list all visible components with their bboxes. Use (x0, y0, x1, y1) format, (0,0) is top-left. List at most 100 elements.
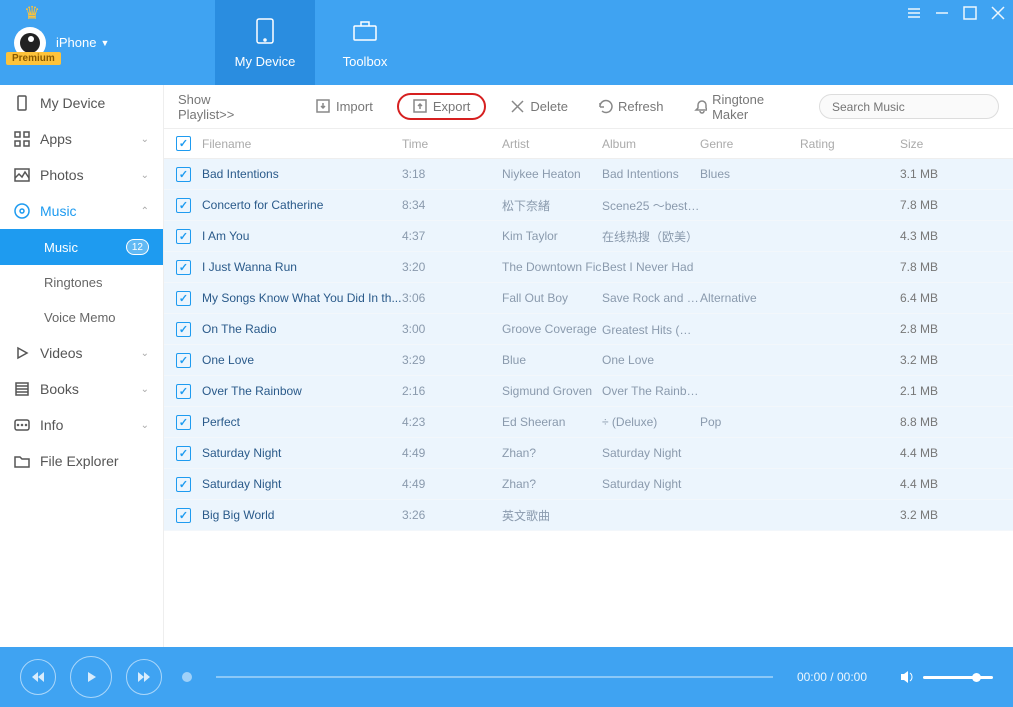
row-checkbox[interactable] (176, 508, 191, 523)
cell-size: 3.2 MB (900, 508, 980, 522)
cell-album: Saturday Night (602, 446, 700, 460)
sidebar-item-music[interactable]: Music ⌃ (0, 193, 163, 229)
cell-album: Best I Never Had (602, 260, 700, 274)
col-size[interactable]: Size (900, 137, 980, 151)
col-artist[interactable]: Artist (502, 137, 602, 151)
refresh-button[interactable]: Refresh (592, 96, 670, 117)
table-row[interactable]: Big Big World3:26英文歌曲3.2 MB (164, 500, 1013, 531)
photos-icon (14, 167, 30, 183)
row-checkbox[interactable] (176, 260, 191, 275)
toolbox-icon (350, 16, 380, 46)
sidebar-item-file-explorer[interactable]: File Explorer (0, 443, 163, 479)
col-time[interactable]: Time (402, 137, 502, 151)
volume-slider[interactable] (923, 676, 993, 679)
sidebar-item-videos[interactable]: Videos ⌄ (0, 335, 163, 371)
tab-my-device[interactable]: My Device (215, 0, 315, 85)
minimize-button[interactable] (935, 6, 949, 23)
show-playlist-button[interactable]: Show Playlist>> (178, 92, 262, 122)
table-row[interactable]: I Am You4:37Kim Taylor在线热搜（欧美）4.3 MB (164, 221, 1013, 252)
sidebar-item-info[interactable]: Info ⌄ (0, 407, 163, 443)
cell-size: 4.4 MB (900, 477, 980, 491)
row-checkbox[interactable] (176, 477, 191, 492)
col-rating[interactable]: Rating (800, 137, 900, 151)
table-row[interactable]: Concerto for Catherine8:34松下奈緒Scene25 ～b… (164, 190, 1013, 221)
table-row[interactable]: Saturday Night4:49Zhan?Saturday Night4.4… (164, 469, 1013, 500)
row-checkbox[interactable] (176, 384, 191, 399)
cell-filename: On The Radio (202, 322, 402, 336)
maximize-button[interactable] (963, 6, 977, 23)
premium-badge: Premium (6, 52, 61, 65)
ringtone-maker-button[interactable]: Ringtone Maker (688, 89, 801, 125)
cell-filename: Saturday Night (202, 446, 402, 460)
cell-size: 7.8 MB (900, 260, 980, 274)
table-row[interactable]: One Love3:29BlueOne Love3.2 MB (164, 345, 1013, 376)
select-all-checkbox[interactable] (176, 136, 191, 151)
table-row[interactable]: My Songs Know What You Did In th...3:06F… (164, 283, 1013, 314)
cell-album: Scene25 ～best Of (602, 197, 700, 214)
import-icon (316, 99, 331, 114)
cell-time: 3:26 (402, 508, 502, 522)
cell-size: 7.8 MB (900, 198, 980, 212)
row-checkbox[interactable] (176, 353, 191, 368)
sidebar-item-photos[interactable]: Photos ⌄ (0, 157, 163, 193)
export-button[interactable]: Export (397, 93, 487, 120)
close-button[interactable] (991, 6, 1005, 23)
sidebar-sub-voice-memo[interactable]: Voice Memo (0, 300, 163, 335)
table-row[interactable]: I Just Wanna Run3:20The Downtown FicBest… (164, 252, 1013, 283)
volume-icon[interactable] (899, 669, 915, 685)
row-checkbox[interactable] (176, 322, 191, 337)
cell-filename: One Love (202, 353, 402, 367)
window-controls (907, 6, 1005, 23)
sidebar-item-apps[interactable]: Apps ⌄ (0, 121, 163, 157)
sidebar-sub-ringtones[interactable]: Ringtones (0, 265, 163, 300)
content-panel: Show Playlist>> Import Export Delete Ref… (164, 85, 1013, 647)
row-checkbox[interactable] (176, 198, 191, 213)
cell-genre: Pop (700, 415, 800, 429)
tab-toolbox[interactable]: Toolbox (315, 0, 415, 85)
sidebar-item-books[interactable]: Books ⌄ (0, 371, 163, 407)
refresh-icon (598, 99, 613, 114)
import-button[interactable]: Import (310, 96, 379, 117)
col-filename[interactable]: Filename (202, 137, 402, 151)
table-row[interactable]: Perfect4:23Ed Sheeran÷ (Deluxe)Pop8.8 MB (164, 407, 1013, 438)
title-bar: ♛ Premium iPhone ▼ My Device Toolbox (0, 0, 1013, 85)
table-row[interactable]: On The Radio3:00Groove CoverageGreatest … (164, 314, 1013, 345)
delete-button[interactable]: Delete (504, 96, 574, 117)
table-row[interactable]: Over The Rainbow2:16Sigmund GrovenOver T… (164, 376, 1013, 407)
search-box[interactable] (819, 94, 999, 119)
next-button[interactable] (126, 659, 162, 695)
sidebar-item-my-device[interactable]: My Device (0, 85, 163, 121)
table-row[interactable]: Bad Intentions3:18Niykee HeatonBad Inten… (164, 159, 1013, 190)
table-header: Filename Time Artist Album Genre Rating … (164, 129, 1013, 159)
cell-size: 6.4 MB (900, 291, 980, 305)
row-checkbox[interactable] (176, 415, 191, 430)
table-row[interactable]: Saturday Night4:49Zhan?Saturday Night4.4… (164, 438, 1013, 469)
col-album[interactable]: Album (602, 137, 700, 151)
cell-time: 2:16 (402, 384, 502, 398)
menu-icon[interactable] (907, 6, 921, 23)
progress-bar[interactable] (216, 676, 773, 678)
cell-artist: Kim Taylor (502, 229, 602, 243)
cell-size: 3.2 MB (900, 353, 980, 367)
cell-artist: Groove Coverage (502, 322, 602, 336)
row-checkbox[interactable] (176, 229, 191, 244)
device-dropdown[interactable]: iPhone ▼ (56, 35, 109, 50)
cell-artist: Zhan? (502, 477, 602, 491)
row-checkbox[interactable] (176, 291, 191, 306)
cell-album: Bad Intentions (602, 167, 700, 181)
progress-handle[interactable] (182, 672, 192, 682)
row-checkbox[interactable] (176, 167, 191, 182)
search-input[interactable] (832, 100, 987, 114)
tablet-icon (250, 16, 280, 46)
prev-button[interactable] (20, 659, 56, 695)
cell-album: 在线热搜（欧美） (602, 228, 700, 245)
count-badge: 12 (126, 239, 149, 255)
books-icon (14, 381, 30, 397)
cell-time: 3:18 (402, 167, 502, 181)
sidebar-sub-music[interactable]: Music 12 (0, 229, 163, 265)
col-genre[interactable]: Genre (700, 137, 800, 151)
cell-album: Greatest Hits (精选 (602, 321, 700, 338)
chevron-down-icon: ▼ (100, 38, 109, 48)
row-checkbox[interactable] (176, 446, 191, 461)
play-button[interactable] (70, 656, 112, 698)
